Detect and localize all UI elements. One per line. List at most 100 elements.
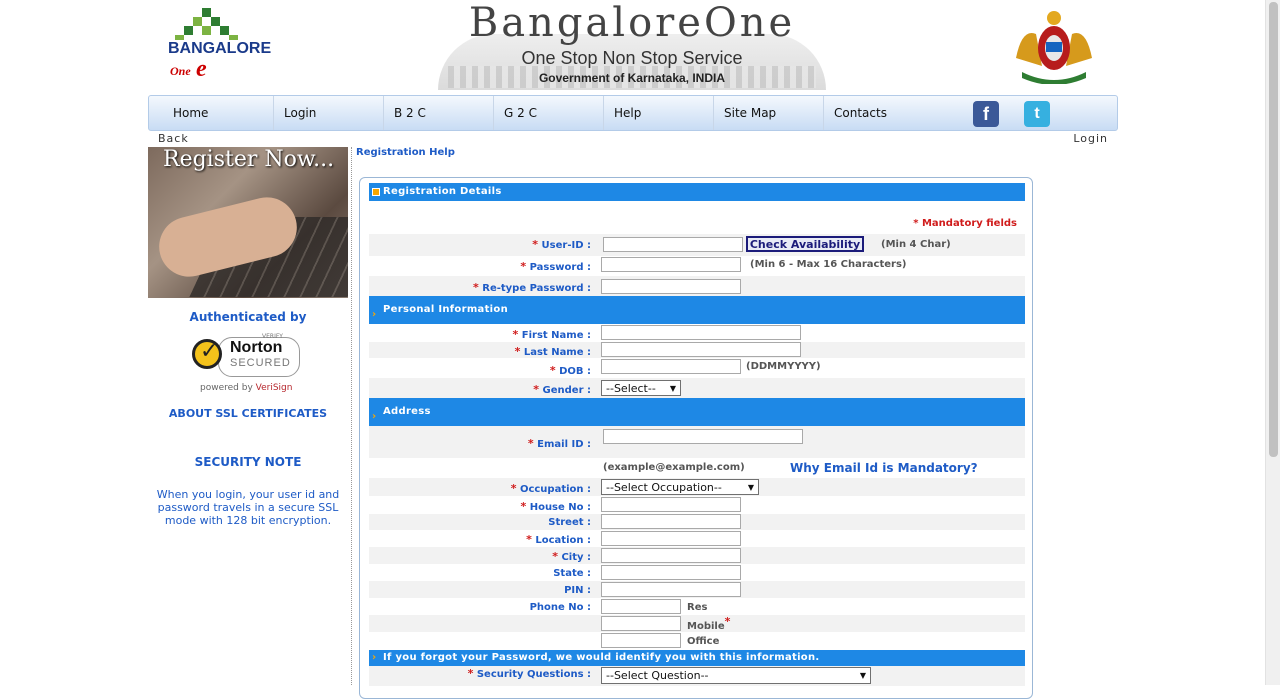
email-label: Email ID : <box>537 439 591 450</box>
phone-mobile-input[interactable] <box>601 616 681 631</box>
security-question-label: Security Questions : <box>476 669 591 680</box>
street-label: Street : <box>548 517 591 528</box>
logo-sub: One <box>170 64 191 78</box>
row-city: * City : <box>369 547 1025 564</box>
dob-input[interactable] <box>601 359 741 374</box>
norton-secured-badge[interactable]: ✓ VERIFY Norton SECURED powered by VeriS… <box>190 333 302 395</box>
registration-help-link[interactable]: Registration Help <box>356 147 455 158</box>
location-input[interactable] <box>601 531 741 546</box>
row-state: State : <box>369 564 1025 581</box>
back-link[interactable]: Back <box>158 132 189 145</box>
section-personal-info: › Personal Information <box>369 296 1025 324</box>
state-input[interactable] <box>601 565 741 580</box>
logo-e-icon: e <box>196 56 207 82</box>
occupation-label: Occupation : <box>519 484 591 495</box>
password-input[interactable] <box>601 257 741 272</box>
main-nav: Home Login B 2 C G 2 C Help Site Map Con… <box>148 95 1118 131</box>
register-now-text: Register Now... <box>163 147 335 172</box>
sidebar-divider <box>351 147 352 685</box>
facebook-icon[interactable]: f <box>973 101 999 127</box>
mandatory-note: * Mandatory fields <box>913 218 1017 229</box>
authenticated-by: Authenticated by <box>189 310 307 324</box>
why-email-link[interactable]: Why Email Id is Mandatory? <box>790 461 978 475</box>
row-house-no: * House No : <box>369 496 1025 514</box>
row-occupation: * Occupation : --Select Occupation-- ▼ <box>369 478 1025 496</box>
bangalore-one-logo[interactable]: BANGALORE One e <box>168 8 271 84</box>
sidebar: Register Now... Authenticated by ✓ VERIF… <box>148 147 352 685</box>
pin-label: PIN : <box>564 585 591 596</box>
registration-form: Registration Details * Mandatory fields … <box>359 177 1033 699</box>
login-link[interactable]: Login <box>1073 132 1108 145</box>
nav-site-map[interactable]: Site Map <box>713 96 823 130</box>
city-label: City : <box>561 552 591 563</box>
row-email: * Email ID : <box>369 426 1025 458</box>
last-name-label: Last Name : <box>523 347 591 358</box>
phone-office-input[interactable] <box>601 633 681 648</box>
page-scrollbar[interactable] <box>1265 0 1280 685</box>
section-bullet-icon <box>372 188 380 196</box>
row-last-name: * Last Name : <box>369 342 1025 358</box>
register-now-banner[interactable]: Register Now... <box>148 147 348 298</box>
occupation-select[interactable]: --Select Occupation-- ▼ <box>601 479 759 495</box>
user-id-label: User-ID : <box>541 240 591 251</box>
twitter-icon[interactable]: t <box>1024 101 1050 127</box>
row-retype-password: * Re-type Password : <box>369 276 1025 296</box>
row-phone-mobile: Mobile* <box>369 615 1025 632</box>
karnataka-emblem-icon <box>1012 8 1096 85</box>
section-forgot-password: › If you forgot your Password, we would … <box>369 650 1025 666</box>
section-address: › Address <box>369 398 1025 426</box>
row-pin: PIN : <box>369 581 1025 598</box>
last-name-input[interactable] <box>601 342 801 357</box>
security-note-title: SECURITY NOTE <box>194 455 302 469</box>
retype-password-label: Re-type Password : <box>482 283 591 294</box>
row-phone-office: Office <box>369 632 1025 649</box>
row-dob: * DOB : (DDMMYYYY) <box>549 359 821 377</box>
phone-res-input[interactable] <box>601 599 681 614</box>
user-id-input[interactable] <box>603 237 743 252</box>
about-ssl-link[interactable]: ABOUT SSL CERTIFICATES <box>148 407 348 420</box>
email-hint: (example@example.com) <box>603 462 745 473</box>
site-title: BangaloreOne <box>468 0 796 46</box>
norton-name: Norton <box>230 339 283 356</box>
nav-b2c[interactable]: B 2 C <box>383 96 493 130</box>
row-user-id: * User-ID : Check Availability (Min 4 Ch… <box>369 234 1025 256</box>
nav-login[interactable]: Login <box>273 96 383 130</box>
email-input[interactable] <box>603 429 803 444</box>
chevron-down-icon: ▼ <box>747 483 754 492</box>
row-street: Street : <box>369 514 1025 530</box>
powered-by: powered by VeriSign <box>200 383 293 393</box>
password-hint: (Min 6 - Max 16 Characters) <box>750 259 907 270</box>
row-password: * Password : (Min 6 - Max 16 Characters) <box>520 257 907 273</box>
street-input[interactable] <box>601 514 741 529</box>
nav-home[interactable]: Home <box>149 96 259 130</box>
state-label: State : <box>553 568 591 579</box>
first-name-label: First Name : <box>521 330 591 341</box>
phone-res-label: Res <box>687 602 708 613</box>
page: BANGALORE One e BangaloreOne One Stop No… <box>148 0 1118 699</box>
nav-g2c[interactable]: G 2 C <box>493 96 603 130</box>
logo-text: BANGALORE <box>168 40 272 57</box>
check-availability-button[interactable]: Check Availability <box>746 236 864 252</box>
gender-select[interactable]: --Select-- ▼ <box>601 380 681 396</box>
gov-text: Government of Karnataka, INDIA <box>538 71 726 85</box>
retype-password-input[interactable] <box>601 279 741 294</box>
first-name-input[interactable] <box>601 325 801 340</box>
row-gender: * Gender : --Select-- ▼ <box>369 378 1025 398</box>
location-label: Location : <box>535 535 591 546</box>
house-no-label: House No : <box>529 502 591 513</box>
chevron-down-icon: ▼ <box>859 671 866 680</box>
norton-secured: SECURED <box>230 357 291 369</box>
pin-input[interactable] <box>601 582 741 597</box>
row-first-name: * First Name : <box>369 324 1025 342</box>
row-location: * Location : <box>369 530 1025 547</box>
city-input[interactable] <box>601 548 741 563</box>
dob-label: DOB : <box>559 366 591 377</box>
section-arrow-icon: › <box>372 652 377 663</box>
nav-help[interactable]: Help <box>603 96 713 130</box>
house-no-input[interactable] <box>601 497 741 512</box>
header-banner: BangaloreOne One Stop Non Stop Service G… <box>438 0 826 90</box>
nav-contacts[interactable]: Contacts <box>823 96 933 130</box>
chevron-down-icon: ▼ <box>669 384 676 393</box>
scrollbar-thumb[interactable] <box>1269 2 1278 457</box>
security-question-select[interactable]: --Select Question-- ▼ <box>601 667 871 684</box>
